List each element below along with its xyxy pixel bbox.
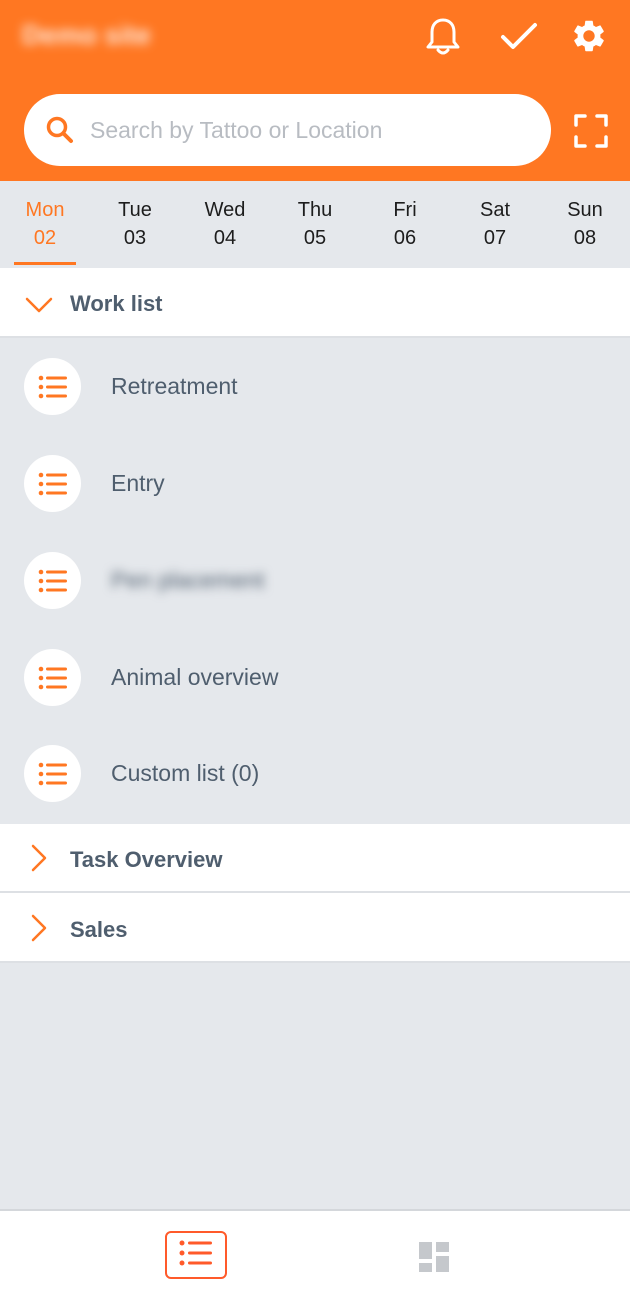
search-icon [44, 114, 76, 146]
search-input[interactable] [90, 116, 530, 144]
day-tab-thu[interactable]: Thu 05 [270, 181, 360, 268]
section-title: Work list [70, 291, 163, 316]
list-icon [24, 455, 81, 512]
active-day-indicator [14, 262, 76, 265]
day-tab-mon[interactable]: Mon 02 [0, 181, 90, 268]
day-tab-sun[interactable]: Sun 08 [540, 181, 630, 268]
sales-section-header[interactable]: Sales [0, 893, 630, 963]
worklist-item-label: Retreatment [111, 373, 238, 399]
worklist-item-entry[interactable]: Entry [0, 436, 630, 533]
worklist-item-pen-placement[interactable]: Pen placement [0, 533, 630, 630]
chevron-down-icon [24, 290, 54, 320]
day-number: 06 [393, 227, 417, 249]
section-title: Task Overview [70, 847, 223, 872]
day-name: Sun [567, 199, 603, 221]
day-name: Fri [393, 199, 417, 221]
worklist-item-label: Pen placement [111, 567, 265, 593]
day-name: Tue [118, 199, 152, 221]
task-overview-section-header[interactable]: Task Overview [0, 824, 630, 893]
worklist-item-label: Entry [111, 470, 165, 496]
app-header: Demo site [0, 0, 630, 181]
day-number: 02 [33, 227, 57, 249]
chevron-right-icon [24, 913, 54, 943]
bottom-nav [0, 1209, 630, 1289]
day-name: Mon [25, 199, 65, 221]
day-tab-wed[interactable]: Wed 04 [180, 181, 270, 268]
scan-icon[interactable] [570, 110, 612, 152]
list-icon [24, 552, 81, 609]
bell-icon[interactable] [421, 14, 465, 58]
dashboard-icon[interactable] [414, 1237, 454, 1277]
list-icon [179, 1240, 213, 1271]
worklist-item-custom-list[interactable]: Custom list (0) [0, 726, 630, 823]
list-icon [24, 649, 81, 706]
day-number: 05 [303, 227, 327, 249]
worklist-item-retreatment[interactable]: Retreatment [0, 339, 630, 436]
day-number: 08 [573, 227, 597, 249]
day-selector: Mon 02 Tue 03 Wed 04 Thu 05 Fri 06 Sat 0… [0, 181, 630, 268]
search-bar[interactable] [24, 94, 551, 166]
section-title: Sales [70, 917, 128, 942]
gear-icon[interactable] [567, 14, 611, 58]
worklist-item-label: Animal overview [111, 664, 279, 690]
worklist-item-label: Custom list (0) [111, 760, 260, 786]
day-tab-sat[interactable]: Sat 07 [450, 181, 540, 268]
list-icon [24, 358, 81, 415]
day-number: 03 [123, 227, 147, 249]
list-icon [24, 745, 81, 802]
worklist-item-animal-overview[interactable]: Animal overview [0, 630, 630, 727]
day-tab-tue[interactable]: Tue 03 [90, 181, 180, 268]
day-name: Wed [204, 199, 246, 221]
check-icon[interactable] [497, 14, 541, 58]
day-number: 04 [213, 227, 237, 249]
nav-list-button[interactable] [165, 1231, 227, 1279]
day-name: Thu [297, 199, 333, 221]
day-name: Sat [479, 199, 511, 221]
day-number: 07 [483, 227, 507, 249]
worklist-section-header[interactable]: Work list [0, 268, 630, 338]
site-title: Demo site [22, 20, 152, 50]
day-tab-fri[interactable]: Fri 06 [360, 181, 450, 268]
chevron-right-icon [24, 843, 54, 873]
